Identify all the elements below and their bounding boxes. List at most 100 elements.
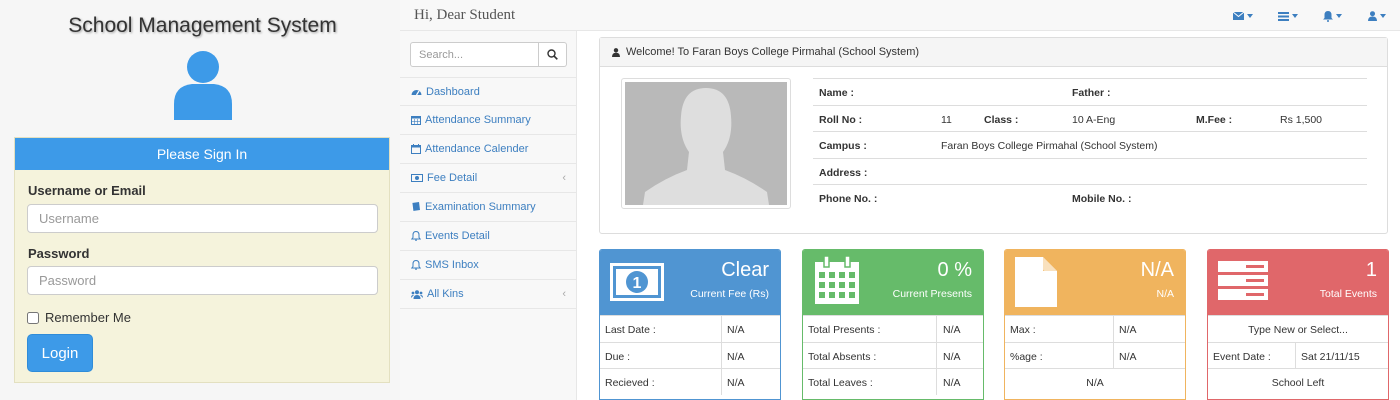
sidebar-item-events-detail[interactable]: Events Detail [400,222,576,251]
events-card-header: 1 Total Events [1208,250,1388,315]
fee-status: Clear [721,259,769,281]
fee-received-value: N/A [727,377,745,389]
bell-icon [1323,10,1333,22]
fee-subtitle: Current Fee (Rs) [690,288,769,300]
welcome-panel-header: Welcome! To Faran Boys College Pirmahal … [600,38,1387,67]
student-info-table: Name : Father : Roll No : 11 Class : 10 … [813,78,1367,211]
sidebar-item-examination-summary[interactable]: Examination Summary [400,193,576,222]
info-row-roll: Roll No : 11 Class : 10 A-Eng M.Fee : Rs… [813,104,1367,132]
total-absents-label: Total Absents : [808,350,877,363]
sidebar-item-attendance-calender[interactable]: Attendance Calender [400,135,576,164]
search-icon [547,49,558,60]
table-row: Total Absents : N/A [803,341,983,369]
sidebar-item-label: Attendance Calender [425,143,529,155]
attendance-percent: 0 % [937,259,972,281]
welcome-heading: Welcome! To Faran Boys College Pirmahal … [626,46,920,58]
info-row-address: Address : [813,157,1367,185]
total-leaves-value: N/A [943,377,961,389]
student-photo [621,78,791,209]
tasks-dropdown[interactable] [1278,10,1298,22]
sidebar-item-dashboard[interactable]: Dashboard [400,77,576,106]
remember-me-label: Remember Me [45,310,131,325]
user-icon [612,47,620,57]
event-title: School Left [1271,377,1325,389]
remember-me[interactable]: Remember Me [27,310,131,325]
table-row: Total Presents : N/A [803,315,983,342]
sidebar-menu: Dashboard Attendance Summary Attendance … [400,77,576,309]
sidebar-item-all-kins[interactable]: All Kins ‹ [400,280,576,309]
table-row: School Left [1208,368,1388,395]
event-date-value: Sat 21/11/15 [1301,350,1360,363]
total-presents-value: N/A [943,324,961,336]
attendance-card: 0 % Current Presents Total Presents : N/… [802,249,984,400]
signin-panel: Please Sign In Username or Email Passwor… [14,137,390,383]
phone-label: Phone No. : [819,193,878,205]
exam-result: N/A [1140,259,1174,281]
bell-icon [411,231,421,241]
messages-dropdown[interactable] [1233,10,1253,22]
money-icon [411,174,423,182]
table-row: %age : N/A [1005,341,1185,369]
fee-card-header: 1 Clear Current Fee (Rs) [600,250,780,315]
fee-card: 1 Clear Current Fee (Rs) Last Date : N/A… [599,249,781,400]
events-card: 1 Total Events Type New or Select... Eve… [1207,249,1389,400]
signin-panel-title: Please Sign In [15,138,389,170]
campus-label: Campus : [819,140,867,152]
address-label: Address : [819,166,868,179]
exam-max-label: Max : [1010,324,1036,336]
user-icon [1368,11,1377,21]
attendance-card-header: 0 % Current Presents [803,250,983,315]
total-leaves-label: Total Leaves : [808,377,873,389]
sidebar-item-label: SMS Inbox [425,259,479,271]
exam-percent-label: %age : [1010,350,1043,363]
info-row-phone: Phone No. : Mobile No. : [813,184,1367,211]
class-value: 10 A-Eng [1072,113,1116,126]
event-select[interactable]: Type New or Select... [1208,315,1388,342]
username-input[interactable] [27,204,378,233]
login-button[interactable]: Login [27,334,93,372]
username-label: Username or Email [28,183,146,198]
exam-card: N/A N/A Max : N/A %age : N/A N/A [1004,249,1186,400]
password-label: Password [28,246,90,261]
events-count: 1 [1365,259,1377,281]
search-input[interactable] [410,42,539,67]
campus-value: Faran Boys College Pirmahal (School Syst… [941,140,1158,152]
calendar-icon [411,116,421,125]
user-dropdown[interactable] [1368,10,1386,22]
file-icon [1015,257,1057,307]
student-photo-placeholder-icon [625,82,787,205]
fee-last-date-label: Last Date : [605,324,656,336]
sidebar-item-label: Events Detail [425,230,490,242]
calendar-icon [815,256,859,304]
rollno-value: 11 [941,113,952,126]
table-row: Max : N/A [1005,315,1185,342]
envelope-icon [1233,12,1244,20]
sidebar-item-label: All Kins [427,288,464,300]
table-row: Due : N/A [600,341,780,369]
sidebar-item-sms-inbox[interactable]: SMS Inbox [400,251,576,280]
greeting-text: Hi, Dear Student [414,7,516,23]
fee-due-value: N/A [727,350,745,363]
login-pane: School Management System Please Sign In … [0,0,400,400]
password-input[interactable] [27,266,378,295]
sidebar-item-fee-detail[interactable]: Fee Detail ‹ [400,164,576,193]
class-label: Class : [984,113,1019,126]
fee-received-label: Recieved : [605,377,655,389]
server-list-icon [1218,261,1268,300]
total-absents-value: N/A [943,350,961,363]
mobile-label: Mobile No. : [1072,193,1132,205]
sidebar-item-label: Examination Summary [425,201,536,213]
sidebar-item-attendance-summary[interactable]: Attendance Summary [400,106,576,135]
remember-me-checkbox[interactable] [27,311,39,324]
alerts-dropdown[interactable] [1323,10,1342,22]
mfee-label: M.Fee : [1196,113,1233,126]
chevron-left-icon: ‹ [562,288,566,300]
welcome-panel: Welcome! To Faran Boys College Pirmahal … [599,37,1388,234]
events-subtitle: Total Events [1319,288,1377,300]
calendar-icon [411,144,421,154]
exam-subtitle: N/A [1156,288,1174,300]
system-title: School Management System [68,14,337,37]
table-row: Event Date : Sat 21/11/15 [1208,341,1388,369]
bell-icon [411,260,421,270]
search-button[interactable] [539,42,567,67]
